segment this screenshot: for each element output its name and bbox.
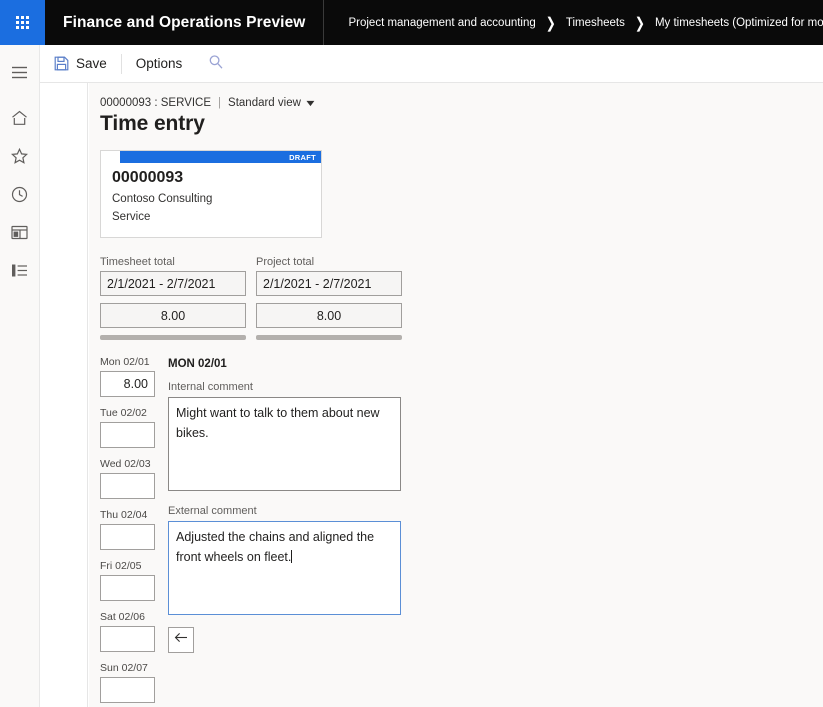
content-pane: 00000093 : SERVICE | Standard view ▼ Tim… <box>40 83 823 707</box>
internal-comment-label: Internal comment <box>168 381 253 394</box>
selected-day-heading: MON 02/01 <box>168 358 227 371</box>
search-icon <box>208 54 224 73</box>
content-body: 00000093 : SERVICE | Standard view ▼ Tim… <box>89 83 823 707</box>
day-hours-input[interactable] <box>100 575 155 602</box>
record-caption: 00000093 : SERVICE <box>100 97 212 109</box>
save-label: Save <box>76 56 107 71</box>
breadcrumb: Project management and accounting ❯ Time… <box>324 13 823 32</box>
options-label: Options <box>135 56 183 71</box>
chevron-right-icon: ❯ <box>634 13 645 32</box>
content-left-spacer <box>40 83 88 707</box>
timesheet-total-label: Timesheet total <box>100 256 175 269</box>
record-header-line: 00000093 : SERVICE | Standard view ▼ <box>100 97 823 109</box>
day-block: Mon 02/01 8.00 <box>100 356 158 398</box>
record-separator: | <box>218 97 222 109</box>
totals-row: Timesheet total 2/1/2021 - 2/7/2021 8.00… <box>100 256 823 341</box>
chevron-down-icon: ▼ <box>303 97 318 108</box>
day-block: Tue 02/02 <box>100 407 158 449</box>
options-button[interactable]: Options <box>122 45 197 83</box>
external-comment-group: External comment Adjusted the chains and… <box>168 505 403 616</box>
project-total-scrollbar[interactable] <box>256 335 402 341</box>
day-label: Thu 02/04 <box>100 509 148 522</box>
home-icon[interactable] <box>0 99 40 137</box>
day-hours-input[interactable] <box>100 524 155 551</box>
project-total-amount[interactable]: 8.00 <box>256 303 402 329</box>
day-block: Fri 02/05 <box>100 560 158 602</box>
top-header: Finance and Operations Preview Project m… <box>0 0 823 45</box>
page-title: Time entry <box>100 112 205 135</box>
project-total-group: Project total 2/1/2021 - 2/7/2021 8.00 <box>256 256 402 341</box>
external-comment-input[interactable]: Adjusted the chains and aligned the fron… <box>168 521 401 616</box>
star-icon[interactable] <box>0 137 40 175</box>
breadcrumb-item-timesheets[interactable]: Timesheets <box>566 17 625 29</box>
day-block: Sat 02/06 <box>100 611 158 653</box>
clock-icon[interactable] <box>0 175 40 213</box>
timesheet-period-field[interactable]: 2/1/2021 - 2/7/2021 <box>100 271 246 297</box>
customer-name: Contoso Consulting <box>112 193 213 205</box>
left-rail <box>0 45 40 707</box>
internal-comment-group: Internal comment Might want to talk to t… <box>168 381 403 492</box>
day-label: Fri 02/05 <box>100 560 142 573</box>
project-period-field[interactable]: 2/1/2021 - 2/7/2021 <box>256 271 402 297</box>
comment-column: MON 02/01 Internal comment Might want to… <box>168 356 403 707</box>
category-name: Service <box>112 210 151 223</box>
timesheet-summary-card[interactable]: DRAFT 00000093 Contoso Consulting Servic… <box>100 150 322 239</box>
status-banner: DRAFT <box>120 151 321 163</box>
breadcrumb-item-current[interactable]: My timesheets (Optimized for mobile) <box>655 17 823 29</box>
timesheet-total-amount[interactable]: 8.00 <box>100 303 246 329</box>
timesheet-total-scrollbar[interactable] <box>100 335 246 341</box>
day-block: Thu 02/04 <box>100 509 158 551</box>
status-badge: DRAFT <box>289 152 316 162</box>
app-title: Finance and Operations Preview <box>63 13 306 31</box>
day-hours-input[interactable]: 8.00 <box>100 371 155 398</box>
app-launcher-icon[interactable] <box>0 0 45 45</box>
command-bar: Save Options <box>40 45 823 83</box>
save-button[interactable]: Save <box>40 45 121 83</box>
chevron-right-icon: ❯ <box>545 13 556 32</box>
day-hours-input[interactable] <box>100 626 155 653</box>
day-block: Sun 02/07 <box>100 662 158 704</box>
detail-row: Mon 02/01 8.00 Tue 02/02 Wed 02/03 Thu 0… <box>100 356 823 707</box>
internal-comment-input[interactable]: Might want to talk to them about new bik… <box>168 397 401 492</box>
workspace-icon[interactable] <box>0 213 40 251</box>
view-selector-label: Standard view <box>228 97 301 109</box>
search-button[interactable] <box>196 45 236 83</box>
external-comment-label: External comment <box>168 505 257 518</box>
waffle-grid <box>16 16 29 29</box>
day-label: Sat 02/06 <box>100 611 145 624</box>
day-block: Wed 02/03 <box>100 458 158 500</box>
day-hours-input[interactable] <box>100 473 155 500</box>
arrow-left-icon <box>174 631 189 649</box>
project-total-label: Project total <box>256 256 315 269</box>
day-label: Tue 02/02 <box>100 407 147 420</box>
day-label: Sun 02/07 <box>100 662 148 675</box>
hamburger-menu-icon[interactable] <box>0 53 40 91</box>
list-icon[interactable] <box>0 251 40 289</box>
save-floppy-icon <box>54 56 69 71</box>
day-hours-input[interactable] <box>100 422 155 449</box>
day-label: Mon 02/01 <box>100 356 150 369</box>
breadcrumb-item-module[interactable]: Project management and accounting <box>348 17 535 29</box>
text-caret <box>291 549 293 563</box>
view-selector[interactable]: Standard view ▼ <box>228 97 318 109</box>
timesheet-total-group: Timesheet total 2/1/2021 - 2/7/2021 8.00 <box>100 256 246 341</box>
day-label: Wed 02/03 <box>100 458 151 471</box>
back-button[interactable] <box>168 627 194 654</box>
external-comment-text: Adjusted the chains and aligned the fron… <box>176 530 375 564</box>
day-column: Mon 02/01 8.00 Tue 02/02 Wed 02/03 Thu 0… <box>100 356 158 707</box>
day-hours-input[interactable] <box>100 677 155 704</box>
